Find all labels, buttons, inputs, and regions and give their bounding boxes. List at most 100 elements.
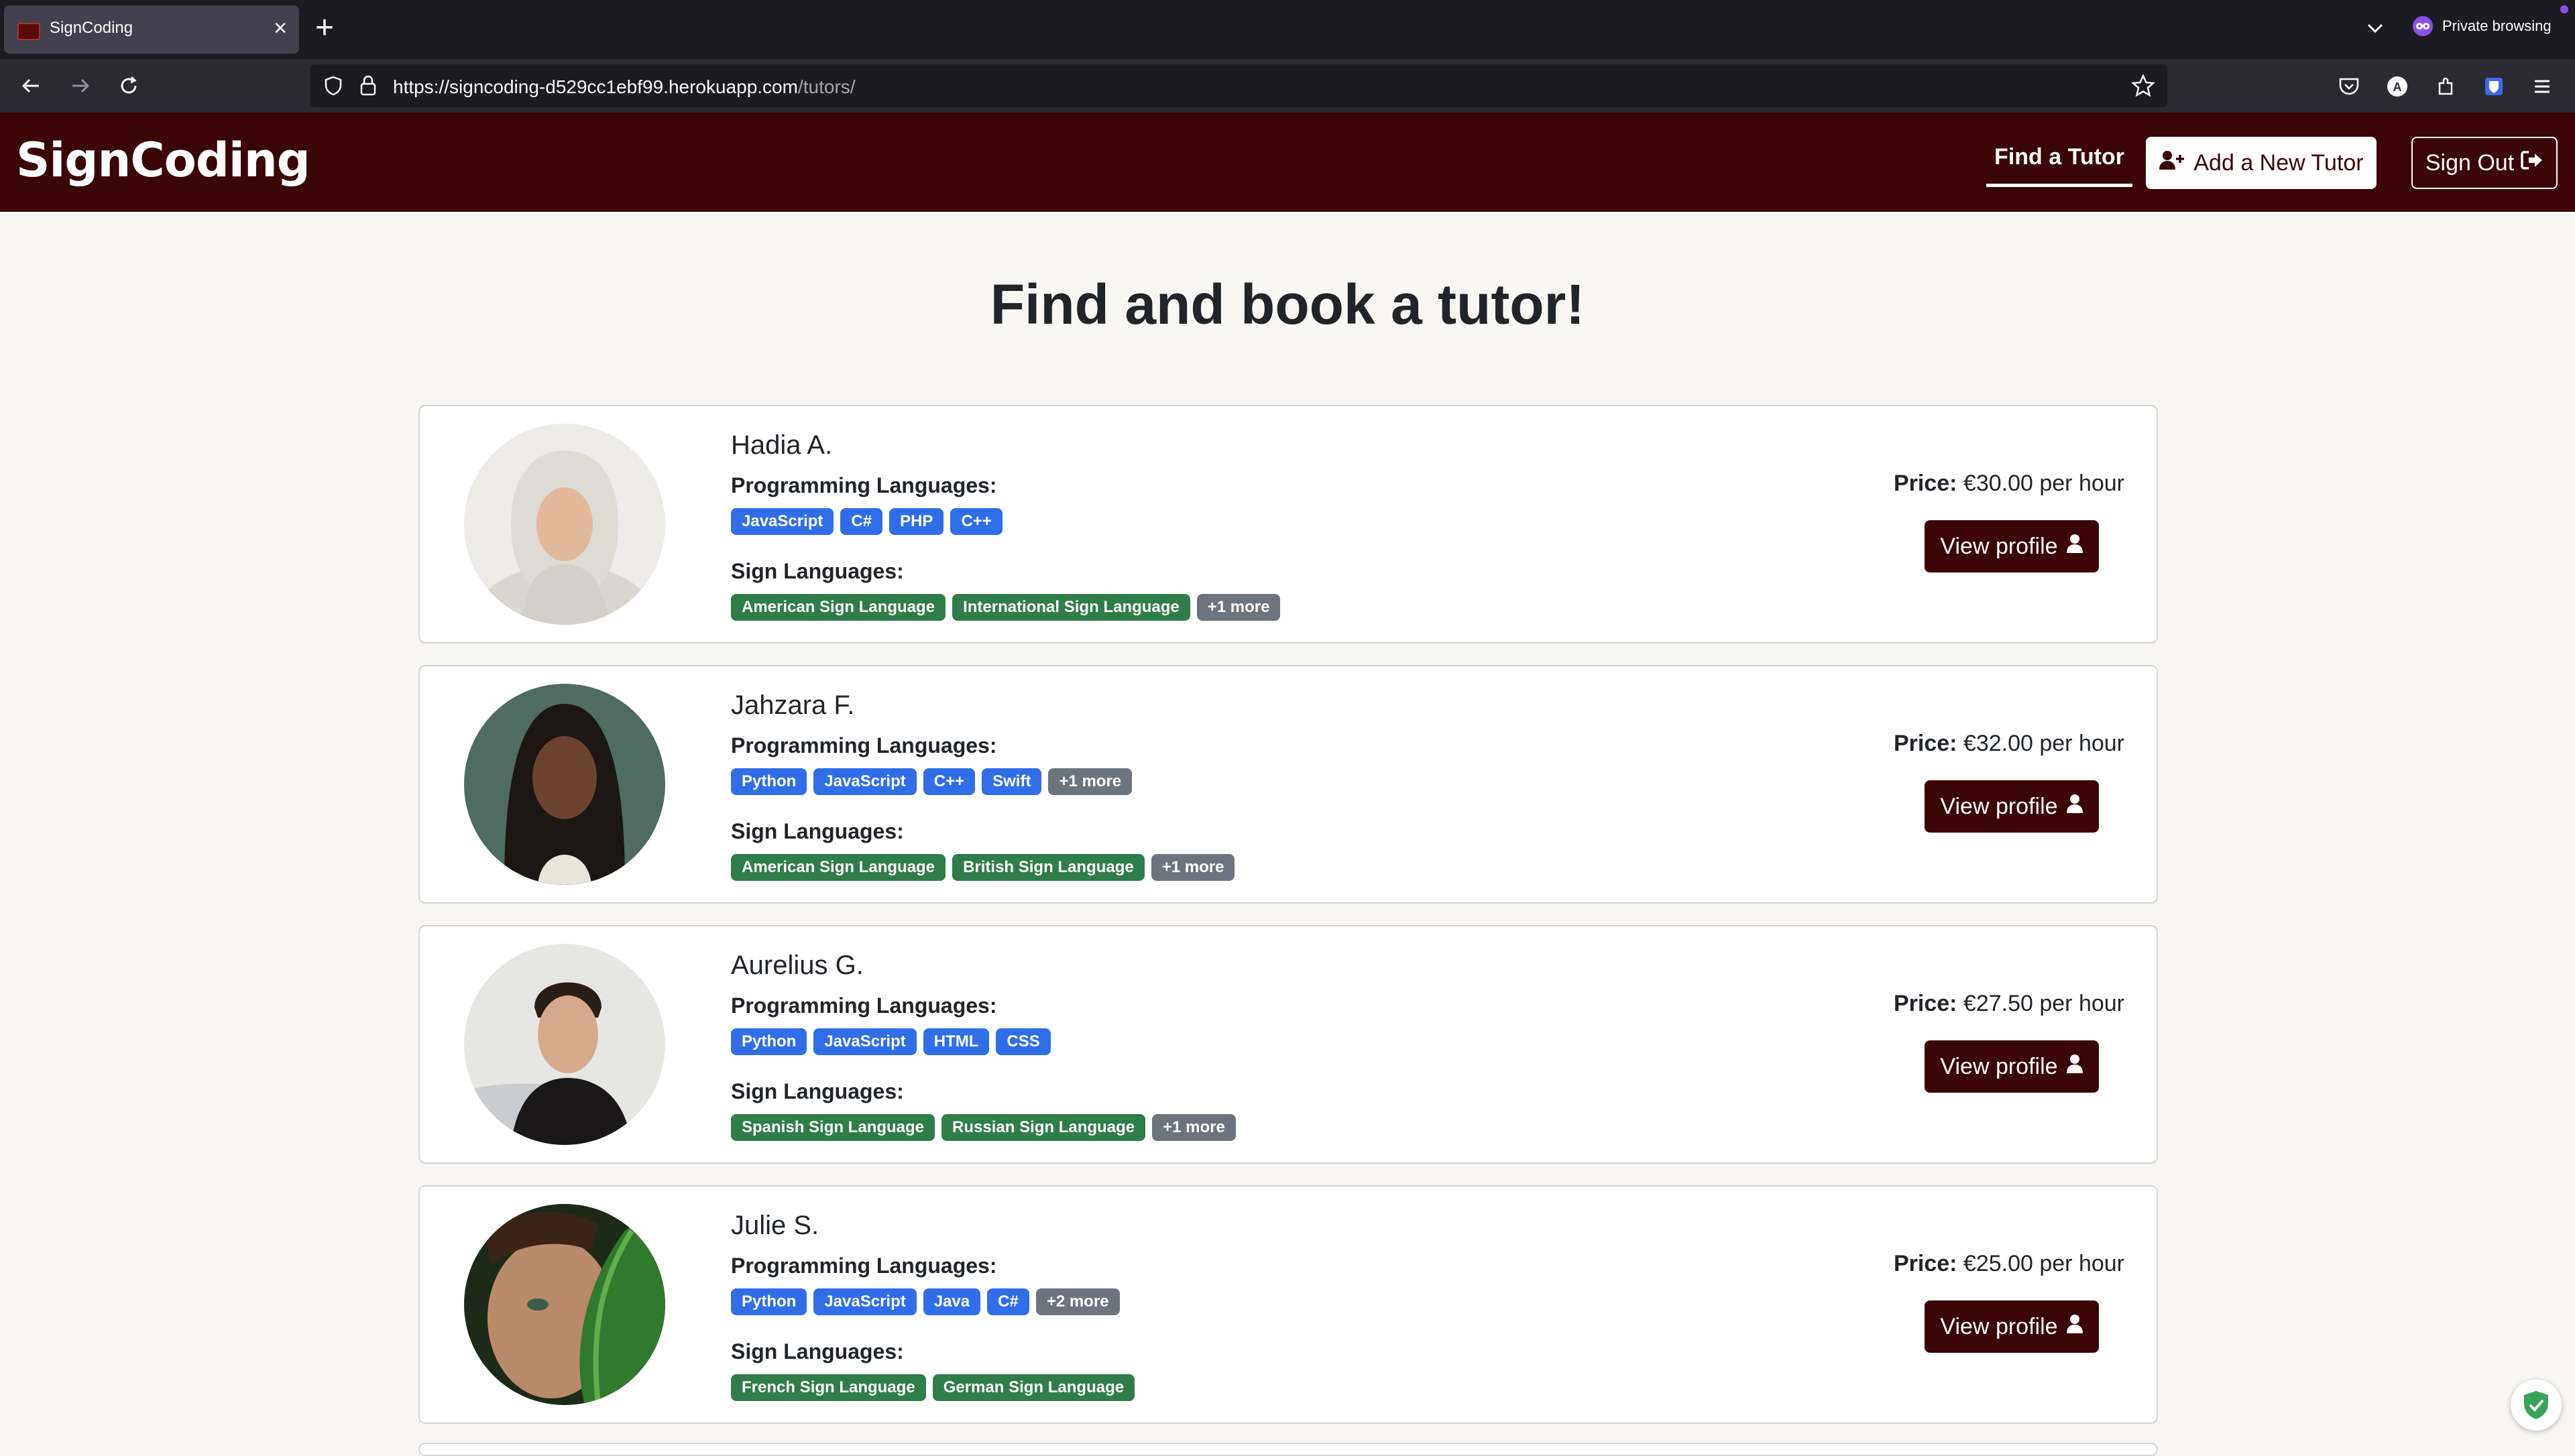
programming-badges: Python JavaScript C++ Swift +1 more: [731, 768, 1133, 795]
reload-icon[interactable]: [111, 68, 146, 103]
price-value: €27.50 per hour: [1963, 991, 2124, 1016]
programming-badge: Python: [731, 1028, 807, 1055]
tutor-price: Price: €27.50 per hour: [1894, 991, 2124, 1017]
programming-badge: Python: [731, 1288, 807, 1315]
menu-hamburger-icon[interactable]: [2528, 72, 2556, 101]
tracking-shield-icon[interactable]: [323, 75, 343, 97]
address-bar[interactable]: https://signcoding-d529cc1ebf99.herokuap…: [310, 64, 2167, 107]
view-profile-label: View profile: [1940, 1053, 2058, 1079]
programming-badge: JavaScript: [813, 1028, 917, 1055]
notification-dot: [2560, 5, 2568, 13]
private-browsing-indicator: Private browsing: [2413, 16, 2552, 36]
account-icon[interactable]: A: [2383, 72, 2411, 101]
view-profile-button[interactable]: View profile: [1925, 520, 2099, 572]
tab-favicon-icon: [17, 23, 40, 40]
price-label: Price:: [1893, 1251, 1957, 1276]
sign-badge: American Sign Language: [731, 594, 946, 621]
programming-badge: JavaScript: [731, 508, 834, 535]
sign-out-button[interactable]: Sign Out: [2411, 137, 2558, 189]
programming-badge: JavaScript: [813, 1288, 917, 1315]
user-icon: [2066, 1314, 2083, 1340]
user-plus-icon: [2159, 149, 2185, 177]
programming-more-badge: +2 more: [1035, 1288, 1120, 1315]
sign-badge: British Sign Language: [952, 854, 1145, 881]
tutor-name: Julie S.: [731, 1211, 819, 1240]
programming-badge: JavaScript: [813, 768, 917, 795]
url-text[interactable]: https://signcoding-d529cc1ebf99.herokuap…: [393, 76, 856, 98]
user-icon: [2066, 534, 2083, 560]
programming-languages-label: Programming Languages:: [731, 473, 997, 497]
svg-text:A: A: [2393, 80, 2402, 94]
tutor-avatar[interactable]: [464, 944, 665, 1145]
programming-badge: C++: [950, 508, 1003, 535]
view-profile-button[interactable]: View profile: [1925, 1040, 2099, 1093]
programming-badge: C++: [923, 768, 976, 795]
view-profile-label: View profile: [1940, 793, 2058, 819]
sign-more-badge: +1 more: [1151, 854, 1235, 881]
sign-out-label: Sign Out: [2425, 149, 2515, 176]
tutor-name: Aurelius G.: [731, 951, 864, 980]
url-path: /tutors/: [797, 76, 856, 97]
pocket-icon[interactable]: [2335, 72, 2363, 101]
programming-languages-label: Programming Languages:: [731, 993, 997, 1018]
user-icon: [2066, 1054, 2083, 1080]
sign-badges: Spanish Sign Language Russian Sign Langu…: [731, 1114, 1236, 1141]
view-profile-label: View profile: [1940, 533, 2058, 559]
browser-tab[interactable]: SignCoding ×: [4, 5, 299, 54]
programming-languages-label: Programming Languages:: [731, 1254, 997, 1278]
tab-close-icon[interactable]: ×: [274, 15, 287, 42]
tutor-avatar[interactable]: [464, 1204, 665, 1405]
user-icon: [2066, 794, 2083, 820]
sign-languages-label: Sign Languages:: [731, 559, 904, 583]
sign-more-badge: +1 more: [1196, 594, 1281, 621]
site-header: SignCoding Find a Tutor Add a New Tutor …: [0, 113, 2575, 212]
tutor-card: Hadia A. Programming Languages: JavaScri…: [418, 405, 2158, 644]
view-profile-button[interactable]: View profile: [1925, 780, 2099, 833]
price-label: Price:: [1893, 731, 1957, 756]
private-mask-icon: [2413, 16, 2433, 36]
tutor-price: Price: €25.00 per hour: [1894, 1251, 2124, 1277]
programming-more-badge: +1 more: [1048, 768, 1133, 795]
sign-out-icon: [2521, 150, 2543, 176]
programming-badge: Swift: [982, 768, 1042, 795]
programming-languages-label: Programming Languages:: [731, 733, 997, 757]
site-logo[interactable]: SignCoding: [16, 133, 310, 188]
add-new-tutor-button[interactable]: Add a New Tutor: [2146, 137, 2377, 189]
tutor-price: Price: €32.00 per hour: [1894, 731, 2124, 757]
programming-badges: Python JavaScript HTML CSS: [731, 1028, 1051, 1055]
tutor-avatar[interactable]: [464, 684, 665, 885]
sign-badge: American Sign Language: [731, 854, 946, 881]
sign-badge: Spanish Sign Language: [731, 1114, 935, 1141]
sign-languages-label: Sign Languages:: [731, 1079, 904, 1103]
programming-badge: Java: [923, 1288, 981, 1315]
tutor-card-partial: [418, 1443, 2158, 1456]
programming-badge: C#: [840, 508, 883, 535]
programming-badge: PHP: [889, 508, 944, 535]
private-browsing-label: Private browsing: [2442, 17, 2552, 34]
programming-badges: Python JavaScript Java C# +2 more: [731, 1288, 1120, 1315]
new-tab-button[interactable]: +: [315, 11, 334, 46]
price-value: €30.00 per hour: [1963, 471, 2124, 496]
tutor-card: Julie S. Programming Languages: Python J…: [418, 1185, 2158, 1424]
toolbar-icons: A: [2335, 72, 2556, 101]
sign-badge: Russian Sign Language: [941, 1114, 1146, 1141]
forward-arrow-icon[interactable]: [63, 68, 98, 103]
view-profile-button[interactable]: View profile: [1925, 1300, 2099, 1353]
bookmark-star-icon[interactable]: [2130, 72, 2157, 99]
tutor-card: Jahzara F. Programming Languages: Python…: [418, 665, 2158, 904]
view-profile-label: View profile: [1940, 1313, 2058, 1339]
sign-more-badge: +1 more: [1152, 1114, 1236, 1141]
tutor-price: Price: €30.00 per hour: [1894, 471, 2124, 497]
back-arrow-icon[interactable]: [13, 68, 48, 103]
nav-find-a-tutor[interactable]: Find a Tutor: [1986, 133, 2132, 187]
extensions-icon[interactable]: [2431, 72, 2460, 101]
tutor-card: Aurelius G. Programming Languages: Pytho…: [418, 925, 2158, 1164]
security-shield-icon[interactable]: [2511, 1380, 2562, 1431]
tutor-avatar[interactable]: [464, 424, 665, 625]
bitwarden-icon[interactable]: [2480, 72, 2508, 101]
sign-badge: French Sign Language: [731, 1374, 926, 1401]
browser-tab-bar: SignCoding × + Private browsing: [0, 0, 2575, 59]
price-label: Price:: [1893, 991, 1957, 1016]
tab-list-chevron-icon[interactable]: [2360, 13, 2390, 43]
lock-icon[interactable]: [358, 74, 378, 98]
